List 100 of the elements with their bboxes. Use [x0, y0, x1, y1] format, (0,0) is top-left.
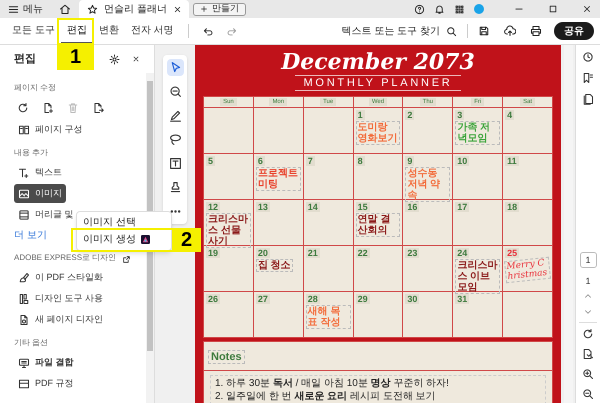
external-link-icon[interactable] [122, 255, 132, 264]
redo-icon[interactable] [226, 26, 237, 36]
stamp-icon[interactable] [168, 181, 182, 194]
rotate-icon[interactable] [582, 328, 594, 340]
day-number: 8 [356, 156, 365, 166]
day-number: 11 [505, 156, 519, 166]
page-total: 1 [585, 275, 590, 287]
print-icon[interactable] [530, 25, 542, 37]
text-box-icon[interactable] [168, 157, 182, 170]
rotate-icon[interactable] [17, 102, 29, 114]
note-line: 1. 하루 30분 독서 / 매일 아침 10분 명상 꾸준히 하자! [215, 377, 450, 390]
day-number: 16 [405, 202, 420, 212]
share-button[interactable]: 공유 [554, 22, 594, 40]
insert-page-icon[interactable] [42, 102, 54, 114]
day-number: 9 [405, 156, 414, 166]
section-heading: 페이지 수정 [14, 82, 56, 94]
day-number: 29 [356, 294, 370, 304]
day-number: 19 [206, 248, 220, 258]
day-number: 14 [306, 202, 320, 212]
panel-item[interactable]: 머리글 및 [14, 205, 78, 224]
day-number: 20 [256, 248, 270, 258]
day-number: 30 [405, 294, 420, 304]
day-number: 5 [206, 156, 216, 166]
header-icon [18, 208, 30, 220]
day-number: 7 [306, 156, 315, 166]
document-tab[interactable]: 먼슬리 플래너 [79, 0, 189, 18]
calendar-event: 집 청소 [256, 259, 293, 272]
day-number: 23 [405, 248, 420, 258]
search-label[interactable]: 텍스트 또는 도구 찾기 [342, 24, 440, 38]
upload-icon[interactable] [504, 25, 516, 37]
lasso-icon[interactable] [168, 133, 182, 146]
new-button[interactable]: 만들기 [193, 2, 246, 16]
scrollbar-track[interactable] [564, 45, 573, 403]
close-icon[interactable] [172, 4, 182, 14]
star-icon[interactable] [87, 4, 98, 14]
toolbar-tab[interactable]: 모든 도구 [6, 18, 61, 44]
calendar-event: Merry Christmas [504, 256, 552, 284]
day-number: 22 [356, 248, 370, 258]
search-icon[interactable] [446, 26, 457, 36]
day-number: 18 [505, 202, 520, 212]
panel-item[interactable]: 새 페이지 디자인 [14, 310, 108, 329]
bell-icon[interactable] [434, 4, 445, 14]
organize-icon [18, 124, 30, 136]
panel-item[interactable]: 디자인 도구 사용 [14, 289, 108, 308]
close-icon[interactable] [132, 55, 140, 63]
panel-item[interactable]: 텍스트 [14, 163, 66, 182]
panel-item[interactable]: 페이지 구성 [14, 120, 87, 139]
day-number: 25 [505, 248, 520, 258]
day-number: 31 [455, 294, 470, 304]
toolbar-tab[interactable]: 전자 서명 [124, 18, 180, 44]
more-link[interactable]: 더 보기 [14, 228, 47, 242]
panel-item[interactable]: 이미지 [14, 184, 66, 203]
day-number: 2 [405, 110, 414, 120]
day-number: 26 [206, 294, 220, 304]
calendar-event: 연말 결산회의 [356, 213, 400, 237]
undo-icon[interactable] [202, 26, 214, 36]
standard-icon [18, 378, 30, 390]
save-icon[interactable] [478, 25, 490, 37]
callout-number: 1 [57, 45, 94, 70]
page-view-icon[interactable] [582, 348, 594, 360]
extract-page-icon[interactable] [92, 102, 104, 114]
planner-subtitle: MONTHLY PLANNER [295, 75, 461, 91]
menu-icon [8, 4, 19, 14]
day-number: 10 [455, 156, 470, 166]
pen-icon[interactable] [168, 109, 182, 122]
settings-icon[interactable] [109, 54, 120, 64]
notes-title: Notes [208, 350, 245, 364]
select-arrow-icon[interactable] [168, 61, 182, 74]
bookmark-icon[interactable] [582, 72, 594, 84]
callout-number: 2 [172, 228, 201, 252]
day-number: 15 [356, 202, 370, 212]
maximize-icon[interactable] [548, 4, 558, 14]
help-icon[interactable] [414, 4, 425, 14]
text-icon [18, 166, 30, 178]
day-number: 28 [306, 294, 320, 304]
section-heading: 기타 옵션 [14, 337, 48, 349]
calendar-event: 새해 목표 작성 [306, 305, 351, 329]
toolbar-tab[interactable]: 변환 [92, 18, 125, 44]
apps-grid-icon[interactable] [454, 4, 465, 14]
panel-item[interactable]: 이 PDF 스타일화 [14, 268, 108, 287]
panel-item[interactable]: PDF 규정 [14, 374, 78, 393]
day-number: 3 [455, 110, 464, 120]
express-logo-icon [140, 235, 150, 244]
zoom-in-icon[interactable] [582, 368, 594, 380]
pages-icon[interactable] [582, 93, 594, 105]
calendar-event: 프로젝트 미팅 [256, 167, 301, 191]
day-number: 27 [256, 294, 270, 304]
panel-item[interactable]: 파일 결합 [14, 353, 78, 372]
home-icon[interactable] [59, 3, 71, 15]
day-number: 24 [455, 248, 470, 258]
day-number: 4 [505, 110, 514, 120]
note-line: 2. 일주일에 한 번 새로운 요리 레시피 도전해 보기 [215, 390, 437, 403]
close-icon[interactable] [582, 4, 592, 14]
menu-button[interactable]: 메뉴 [0, 0, 51, 18]
menu-item[interactable]: 이미지 선택 [77, 214, 171, 231]
combine-icon [18, 356, 30, 368]
zoom-out-icon[interactable] [582, 388, 594, 400]
page-number-field[interactable]: 1 [580, 252, 596, 268]
section-heading: 내용 추가 [14, 147, 48, 159]
day-number: 1 [356, 110, 365, 120]
